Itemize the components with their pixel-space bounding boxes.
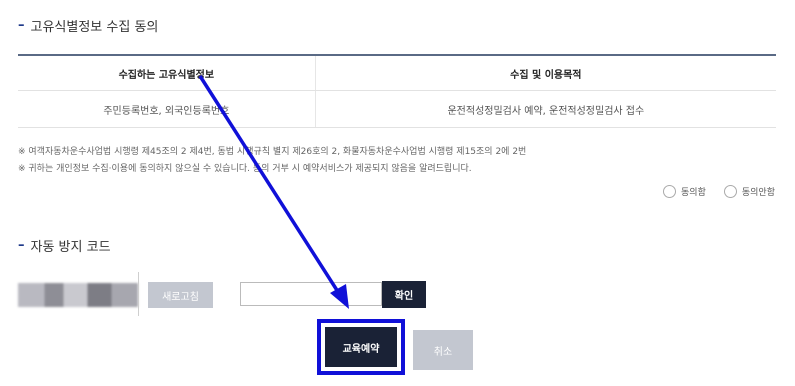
arrow-line (198, 75, 342, 296)
annotation-arrow (198, 75, 349, 309)
arrow-head-icon (330, 284, 349, 309)
